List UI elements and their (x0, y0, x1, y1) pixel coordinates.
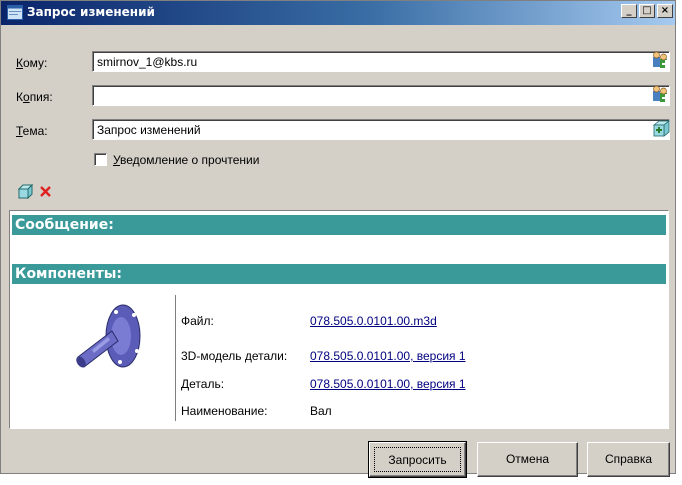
cube-add-icon[interactable] (650, 119, 672, 139)
minimize-button[interactable]: _ (621, 4, 637, 18)
request-button-label: Запросить (374, 447, 461, 472)
file-label: Файл: (181, 314, 214, 328)
content-panel: Сообщение: Компоненты: Файл: 078.505.0.0… (9, 210, 669, 429)
window-title: Запрос изменений (27, 5, 155, 19)
read-receipt-label[interactable]: Уведомление о прочтении (113, 153, 259, 167)
model-link[interactable]: 078.505.0.0101.00, версия 1 (310, 349, 466, 363)
cancel-button[interactable]: Отмена (477, 442, 578, 477)
request-button[interactable]: Запросить (368, 441, 467, 478)
part-link[interactable]: 078.505.0.0101.00, версия 1 (310, 377, 466, 391)
address-book-icon[interactable] (650, 51, 672, 71)
to-field-value: smirnov_1@kbs.ru (97, 55, 198, 69)
message-section-header: Сообщение: (12, 215, 666, 235)
window-icon (7, 5, 23, 20)
title-bar[interactable]: Запрос изменений _ □ × (1, 1, 675, 25)
maximize-button[interactable]: □ (639, 4, 655, 18)
cube-icon[interactable] (17, 184, 33, 199)
name-value: Вал (310, 404, 332, 418)
address-book-icon[interactable] (650, 85, 672, 105)
shaft-part-thumbnail (76, 304, 141, 368)
component-divider (175, 295, 176, 421)
subject-label: Тема: (16, 124, 48, 138)
part-label: Деталь: (181, 377, 225, 391)
delete-x-icon[interactable] (39, 185, 52, 198)
components-section-header: Компоненты: (12, 264, 666, 284)
dialog-window: Запрос изменений _ □ × Кому: smirnov_1@k… (0, 0, 676, 478)
close-button[interactable]: × (657, 4, 673, 18)
to-label: Кому: (16, 56, 48, 70)
subject-field-value: Запрос изменений (97, 123, 201, 137)
file-link[interactable]: 078.505.0.0101.00.m3d (310, 314, 437, 328)
help-button[interactable]: Справка (587, 442, 670, 477)
subject-field[interactable]: Запрос изменений (92, 119, 670, 140)
copy-field[interactable] (92, 85, 670, 106)
name-label: Наименование: (181, 404, 268, 418)
read-receipt-checkbox[interactable] (94, 153, 107, 166)
model-label: 3D-модель детали: (181, 349, 288, 363)
to-field[interactable]: smirnov_1@kbs.ru (92, 51, 670, 72)
copy-label: Копия: (16, 90, 53, 104)
